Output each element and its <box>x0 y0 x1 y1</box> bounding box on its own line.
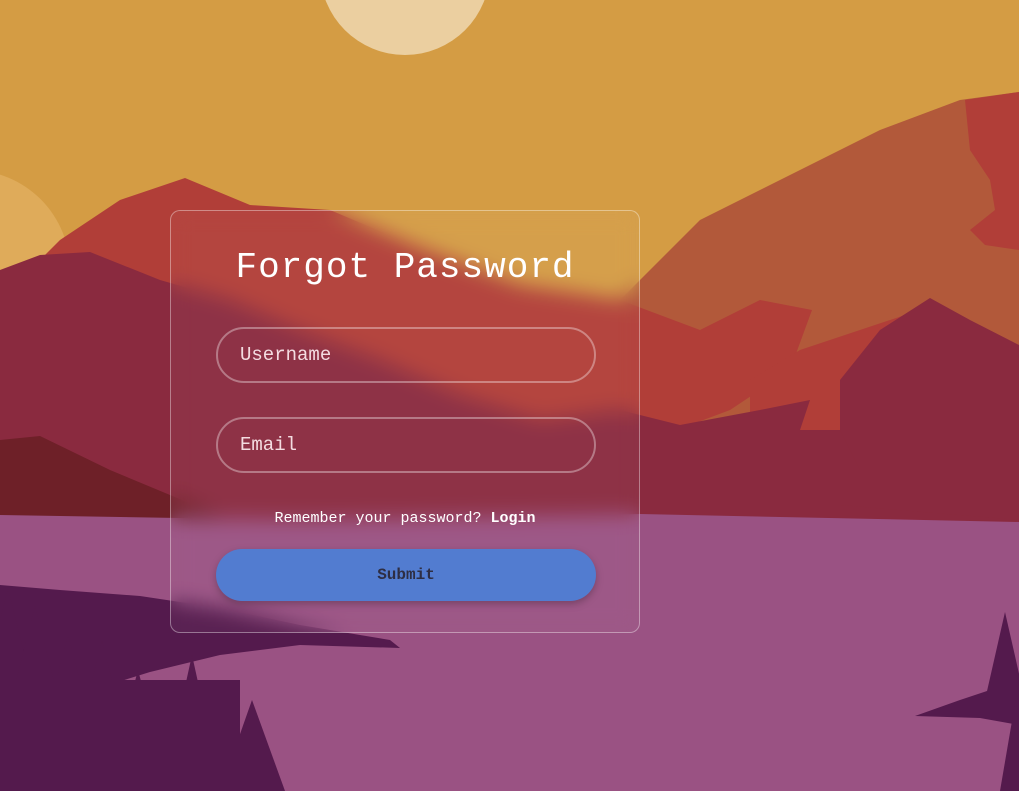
remember-password-text: Remember your password? Login <box>171 510 639 527</box>
form-title: Forgot Password <box>235 247 575 288</box>
email-input[interactable] <box>216 417 596 473</box>
remember-label: Remember your password? <box>274 510 482 527</box>
username-input[interactable] <box>216 327 596 383</box>
submit-button[interactable]: Submit <box>216 549 596 601</box>
login-link[interactable]: Login <box>491 510 536 527</box>
forgot-password-form: Forgot Password Remember your password? … <box>170 210 640 633</box>
